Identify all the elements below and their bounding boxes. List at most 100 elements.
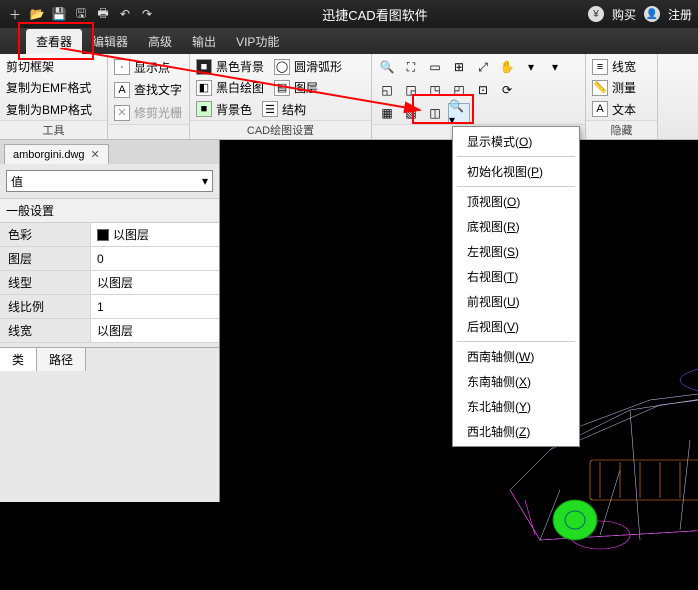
bgcolor-icon: ■ — [196, 101, 212, 117]
nav-4-icon[interactable]: ◰ — [448, 80, 470, 100]
save-icon[interactable]: 💾 — [50, 5, 68, 23]
layer-icon: ▤ — [274, 80, 290, 96]
property-value[interactable]: 1 — [90, 295, 219, 318]
prop-tab-path[interactable]: 路径 — [37, 348, 86, 371]
menu-item[interactable]: 右视图(T) — [453, 264, 579, 289]
text-btn[interactable]: A文本 — [590, 100, 653, 119]
black-bg[interactable]: ■黑色背景 — [194, 57, 266, 76]
group-label-empty — [108, 124, 189, 139]
user-icon: 👤 — [644, 6, 660, 22]
undo-icon[interactable]: ↶ — [116, 5, 134, 23]
copy-bmp[interactable]: 复制为BMP格式 — [4, 100, 103, 119]
cut-frame[interactable]: 剪切框架 — [4, 57, 103, 76]
prop-tab-class[interactable]: 类 — [0, 348, 37, 371]
search-icon: A — [114, 82, 130, 98]
bw-draw[interactable]: ◧黑白绘图 — [194, 78, 266, 97]
property-row[interactable]: 色彩以图层 — [0, 223, 219, 247]
trim-icon: ✕ — [114, 105, 130, 121]
menu-item[interactable]: 前视图(U) — [453, 289, 579, 314]
print-icon[interactable]: 🖶 — [94, 5, 112, 23]
view-mode-dropdown[interactable]: 🔍▾ — [448, 103, 470, 123]
menu-item[interactable]: 后视图(V) — [453, 314, 579, 339]
property-row[interactable]: 图层0 — [0, 247, 219, 271]
color-swatch — [97, 229, 109, 241]
property-key: 线型 — [0, 271, 90, 294]
property-key: 图层 — [0, 247, 90, 270]
zoom-extent-icon[interactable]: ⊞ — [448, 57, 470, 77]
menu-separator — [457, 341, 575, 342]
menu-item[interactable]: 初始化视图(P) — [453, 159, 579, 184]
title-bar: ＋ 📂 💾 🖫 🖶 ↶ ↷ 迅捷CAD看图软件 ¥ 购买 👤 注册 — [0, 0, 698, 28]
menu-item[interactable]: 显示模式(O) — [453, 129, 579, 154]
buy-link[interactable]: 购买 — [612, 6, 636, 23]
property-row[interactable]: 线宽以图层 — [0, 319, 219, 343]
menu-item[interactable]: 东北轴侧(Y) — [453, 394, 579, 419]
sel-3-icon[interactable]: ◫ — [424, 103, 446, 123]
linewidth-btn[interactable]: ≡线宽 — [590, 57, 653, 76]
currency-icon: ¥ — [588, 6, 604, 22]
menu-item[interactable]: 东南轴侧(X) — [453, 369, 579, 394]
nav-2-icon[interactable]: ◲ — [400, 80, 422, 100]
tab-viewer[interactable]: 查看器 — [26, 29, 82, 54]
property-value[interactable]: 0 — [90, 247, 219, 270]
register-link[interactable]: 注册 — [668, 6, 692, 23]
document-tabs: amborgini.dwg ✕ — [0, 140, 219, 164]
menu-item[interactable]: 左视图(S) — [453, 239, 579, 264]
struct-icon: ☰ — [262, 101, 278, 117]
menu-item[interactable]: 西南轴侧(W) — [453, 344, 579, 369]
tab-editor[interactable]: 编辑器 — [82, 29, 138, 54]
nav-1-icon[interactable]: ◱ — [376, 80, 398, 100]
smooth-arc[interactable]: ◯圆滑弧形 — [272, 57, 344, 76]
app-title: 迅捷CAD看图软件 — [162, 5, 588, 24]
show-points[interactable]: ·显示点 — [112, 58, 185, 77]
dropdown-2[interactable]: ▾ — [544, 57, 566, 77]
nav-5-icon[interactable]: ⊡ — [472, 80, 494, 100]
text-icon: A — [592, 101, 608, 117]
zoom-in-icon[interactable]: 🔍 — [376, 57, 398, 77]
property-value[interactable]: 以图层 — [90, 319, 219, 342]
dropdown-1[interactable]: ▾ — [520, 57, 542, 77]
property-key: 色彩 — [0, 223, 90, 246]
blackbg-icon: ■ — [196, 59, 212, 75]
tab-vip[interactable]: VIP功能 — [226, 29, 289, 54]
zoom-fit-icon[interactable]: ▭ — [424, 57, 446, 77]
zoom-out-icon[interactable]: ⤢ — [472, 57, 494, 77]
group-label-cad: CAD绘图设置 — [190, 120, 371, 139]
find-text[interactable]: A查找文字 — [112, 80, 185, 99]
new-icon[interactable]: ＋ — [6, 5, 24, 23]
group-label-hide: 隐藏 — [586, 120, 657, 139]
group-label-tools: 工具 — [0, 120, 107, 139]
menu-item[interactable]: 底视图(R) — [453, 214, 579, 239]
property-value[interactable]: 以图层 — [90, 223, 219, 246]
bg-color[interactable]: ■背景色 — [194, 100, 254, 119]
doc-tab[interactable]: amborgini.dwg ✕ — [4, 144, 109, 164]
pan-icon[interactable]: ✋ — [496, 57, 518, 77]
point-icon: · — [114, 59, 130, 75]
trim-raster: ✕修剪光栅 — [112, 103, 185, 122]
menu-item[interactable]: 西北轴侧(Z) — [453, 419, 579, 444]
property-row[interactable]: 线型以图层 — [0, 271, 219, 295]
nav-6-icon[interactable]: ⟳ — [496, 80, 518, 100]
copy-emf[interactable]: 复制为EMF格式 — [4, 78, 103, 97]
layers-btn[interactable]: ▤图层 — [272, 78, 320, 97]
tab-output[interactable]: 输出 — [182, 29, 226, 54]
property-value[interactable]: 以图层 — [90, 271, 219, 294]
measure-btn[interactable]: 📏测量 — [590, 78, 653, 97]
property-row[interactable]: 线比例1 — [0, 295, 219, 319]
redo-icon[interactable]: ↷ — [138, 5, 156, 23]
sel-1-icon[interactable]: ▦ — [376, 103, 398, 123]
open-icon[interactable]: 📂 — [28, 5, 46, 23]
saveas-icon[interactable]: 🖫 — [72, 5, 90, 23]
close-tab-icon[interactable]: ✕ — [91, 148, 100, 161]
linewidth-icon: ≡ — [592, 59, 608, 75]
measure-icon: 📏 — [592, 80, 608, 96]
sel-2-icon[interactable]: ▧ — [400, 103, 422, 123]
property-tabs: 类 路径 — [0, 347, 219, 371]
structure-btn[interactable]: ☰结构 — [260, 100, 308, 119]
tab-advanced[interactable]: 高级 — [138, 29, 182, 54]
menu-item[interactable]: 顶视图(O) — [453, 189, 579, 214]
property-selector[interactable]: 值 ▾ — [6, 170, 213, 192]
nav-3-icon[interactable]: ◳ — [424, 80, 446, 100]
zoom-window-icon[interactable]: ⛶ — [400, 57, 422, 77]
doc-filename: amborgini.dwg — [13, 149, 85, 161]
